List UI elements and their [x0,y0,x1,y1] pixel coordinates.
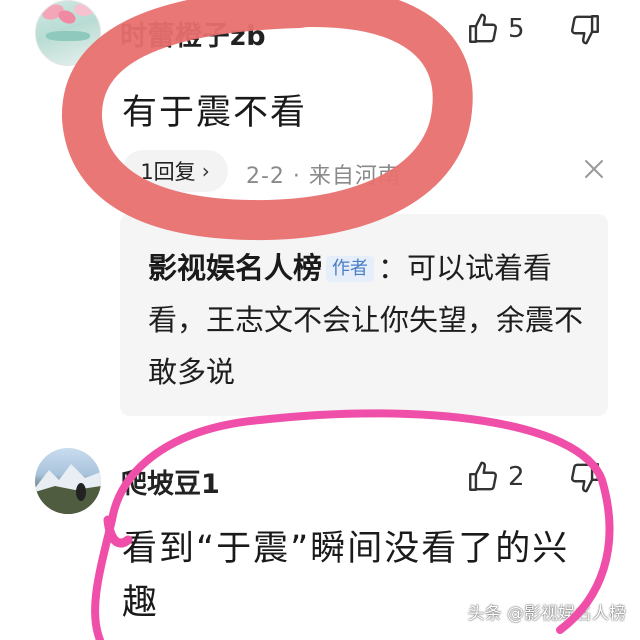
username[interactable]: 爬坡豆1 [120,462,220,501]
reply-author-name[interactable]: 影视娱名人榜 [148,251,322,285]
thumbs-down-icon[interactable] [568,12,602,50]
thumbs-up-icon[interactable] [466,460,500,498]
like-count: 5 [508,14,525,44]
reply-count-label: 1回复 [140,160,196,184]
avatar[interactable] [35,448,101,514]
chevron-right-icon: › [201,159,210,183]
username[interactable]: 时蕾橙子zb [120,14,266,53]
comment-meta: 2-2 · 来自河南 [246,164,401,189]
thumbs-down-icon[interactable] [568,460,602,498]
author-badge: 作者 [326,256,375,282]
thumbs-up-icon[interactable] [466,12,500,50]
avatar[interactable] [35,0,101,66]
comment-text: 有于震不看 [122,93,308,133]
view-replies-button[interactable]: 1回复 › [122,150,228,192]
watermark: 头条 @影视娱名人榜 [467,604,626,624]
author-reply: 影视娱名人榜 作者 ：可以试着看看，王志文不会让你失望，余震不敢多说 [148,242,588,398]
like-count: 2 [508,462,525,492]
close-icon[interactable] [583,158,605,184]
